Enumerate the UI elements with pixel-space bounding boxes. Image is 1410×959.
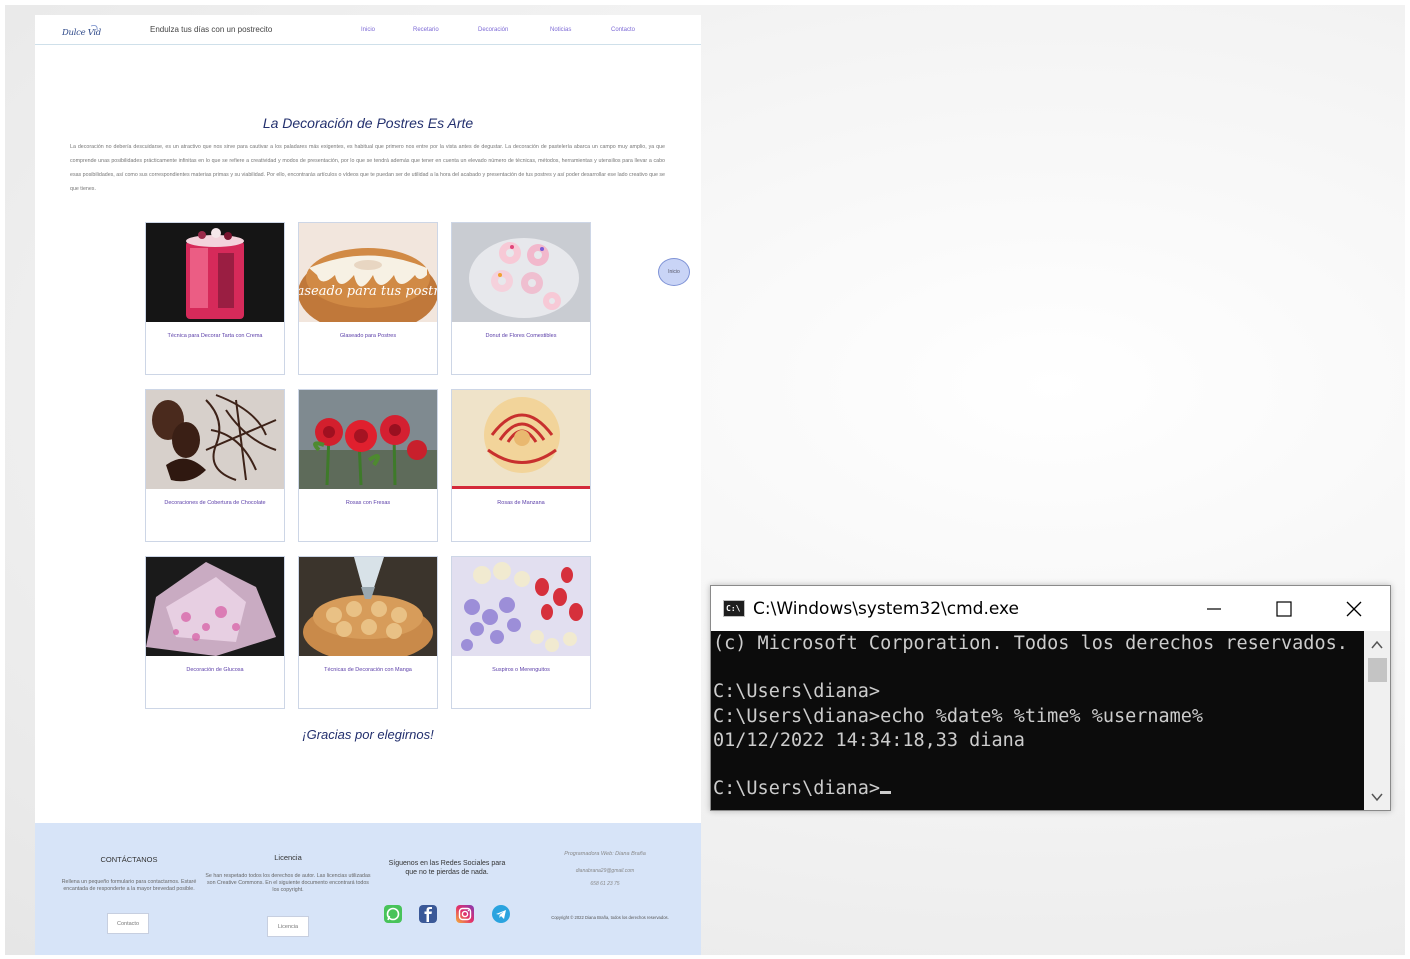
scrollbar-thumb[interactable]: [1368, 658, 1387, 682]
whatsapp-icon[interactable]: [384, 905, 402, 923]
contact-text: Rellena un pequeño formulario para conta…: [61, 879, 197, 892]
licence-button[interactable]: Licencia: [267, 916, 309, 937]
console-prompt-line: C:\Users\diana>: [713, 777, 1363, 801]
cmd-titlebar[interactable]: C:\ C:\Windows\system32\cmd.exe: [711, 586, 1390, 631]
contact-button[interactable]: Contacto: [107, 913, 149, 934]
instagram-icon[interactable]: [456, 905, 474, 923]
licence-heading: Licencia: [274, 853, 302, 862]
cmd-window[interactable]: C:\ C:\Windows\system32\cmd.exe (c) Micr…: [710, 585, 1391, 811]
card-image: [146, 390, 284, 489]
console-line: C:\Users\diana>: [713, 681, 881, 703]
card-image: [299, 557, 437, 656]
minimize-button[interactable]: [1178, 586, 1248, 631]
copyright-text: Copyright © 2022 Diana Braña, todos los …: [551, 915, 669, 920]
card-caption: Decoración de Glucosa: [186, 667, 244, 673]
vertical-scrollbar[interactable]: [1364, 631, 1390, 810]
card-image: [146, 557, 284, 656]
intro-paragraph: La decoración no debería descuidarse, es…: [70, 144, 665, 192]
card-image: Glaseado para tus postres: [299, 223, 437, 322]
page-title: La Decoración de Postres Es Arte: [262, 115, 474, 131]
card-chocolate[interactable]: Decoraciones de Cobertura de Chocolate: [145, 389, 285, 542]
card-glaseado[interactable]: Glaseado para tus postres Glaseado para …: [298, 222, 438, 375]
console-line: ​: [713, 656, 1363, 680]
console-line: 01/12/2022 14:34:18,33 diana: [713, 729, 1025, 751]
author-credit: Programadora Web: Diana Braña: [564, 851, 646, 857]
card-rosas-fresas[interactable]: Rosas con Fresas: [298, 389, 438, 542]
text-cursor: [880, 791, 892, 795]
console-line: (c) Microsoft Corporation. Todos los der…: [713, 633, 1348, 654]
card-caption: Rosas con Fresas: [345, 500, 391, 506]
nav-link-decoracion[interactable]: Decoración: [478, 27, 508, 33]
card-manga[interactable]: Técnicas de Decoración con Manga: [298, 556, 438, 709]
cmd-app-icon: C:\: [723, 600, 745, 617]
card-caption: Donut de Flores Comestibles: [485, 333, 557, 339]
nav-link-contacto[interactable]: Contacto: [611, 27, 635, 33]
card-merenguitos[interactable]: Suspiros o Merenguitos: [451, 556, 591, 709]
maximize-button[interactable]: [1248, 586, 1318, 631]
back-to-top-button[interactable]: Inicio: [658, 258, 690, 286]
cmd-console-output[interactable]: (c) Microsoft Corporation. Todos los der…: [711, 631, 1363, 810]
author-phone: 658 61 23 75: [590, 881, 620, 887]
thanks-message: ¡Gracias por elegirnos!: [302, 727, 434, 742]
card-image-overlay-text: Glaseado para tus postres: [299, 284, 437, 299]
card-caption: Técnicas de Decoración con Manga: [324, 667, 412, 673]
console-prompt: C:\Users\diana>: [713, 778, 881, 800]
console-line: C:\Users\diana>echo %date% %time% %usern…: [713, 705, 1204, 727]
site-footer: CONTÁCTANOS Rellena un pequeño formulari…: [35, 823, 701, 955]
console-line: ​: [713, 753, 1363, 777]
close-icon: [1346, 601, 1362, 617]
close-button[interactable]: [1318, 586, 1388, 631]
author-email[interactable]: dianabrana29@gmail.com: [540, 868, 670, 874]
card-donut-flores[interactable]: Donut de Flores Comestibles: [451, 222, 591, 375]
card-rosas-manzana[interactable]: Rosas de Manzana: [451, 389, 591, 542]
website-page: Dulce Vida Endulza tus días con un postr…: [35, 15, 701, 955]
social-heading: Síguenos en las Redes Sociales para que …: [388, 860, 506, 876]
minimize-icon: [1207, 608, 1221, 610]
cmd-window-title: C:\Windows\system32\cmd.exe: [753, 599, 1020, 619]
nav-link-noticias[interactable]: Noticias: [550, 27, 571, 33]
card-image: [452, 390, 590, 489]
card-image: [452, 223, 590, 322]
card-image: [452, 557, 590, 656]
scroll-up-icon[interactable]: [1368, 636, 1386, 654]
card-image: [299, 390, 437, 489]
card-caption: Suspiros o Merenguitos: [492, 667, 550, 673]
licence-text: Se han respetado todos los derechos de a…: [205, 873, 371, 893]
card-tarta-crema[interactable]: Técnica para Decorar Tarta con Crema: [145, 222, 285, 375]
card-glucosa[interactable]: Decoración de Glucosa: [145, 556, 285, 709]
card-caption: Glaseado para Postres: [339, 333, 397, 339]
contact-heading: CONTÁCTANOS: [100, 855, 158, 864]
card-image: [146, 223, 284, 322]
card-caption: Decoraciones de Cobertura de Chocolate: [164, 500, 266, 506]
card-caption: Rosas de Manzana: [497, 500, 545, 506]
nav-link-inicio[interactable]: Inicio: [361, 27, 375, 33]
top-navbar: Dulce Vida Endulza tus días con un postr…: [35, 15, 701, 45]
card-caption: Técnica para Decorar Tarta con Crema: [167, 333, 263, 339]
facebook-icon[interactable]: [419, 905, 437, 923]
nav-links: Inicio Recetario Decoración Noticias Con…: [35, 27, 701, 37]
scroll-down-icon[interactable]: [1368, 788, 1386, 806]
nav-link-recetario[interactable]: Recetario: [413, 27, 439, 33]
telegram-icon[interactable]: [492, 905, 510, 923]
maximize-icon: [1276, 601, 1292, 617]
